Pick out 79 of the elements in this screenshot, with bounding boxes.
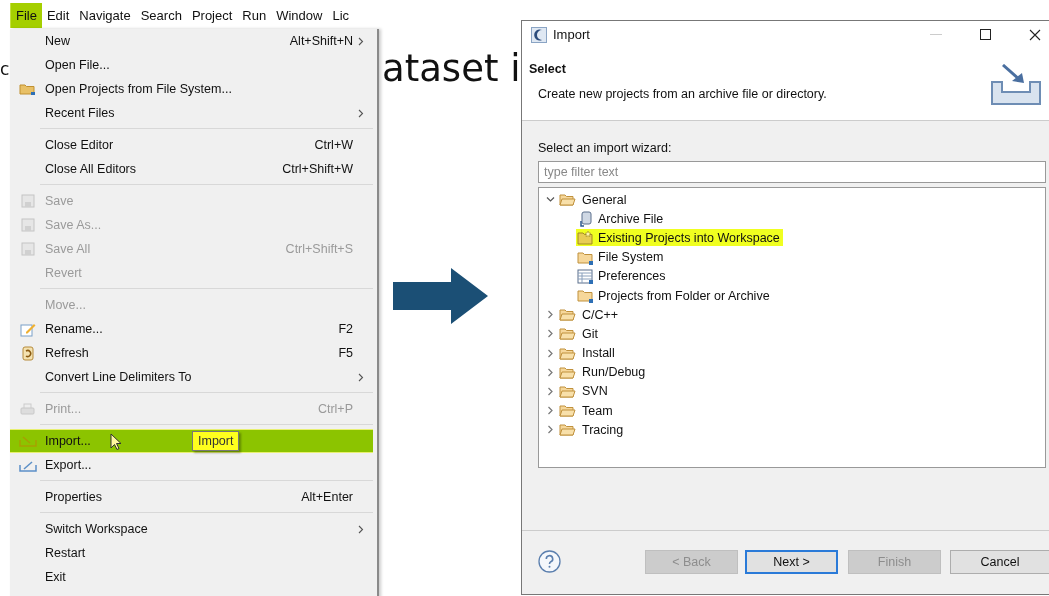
folder-icon — [559, 346, 576, 360]
slide-heading-fragment: c — [0, 58, 10, 81]
menu-item[interactable]: Close All Editors Ctrl+Shift+W — [10, 157, 377, 181]
tree-item[interactable]: Projects from Folder or Archive — [576, 287, 773, 305]
folder-icon — [19, 82, 36, 96]
menu-item[interactable]: Open Projects from File System... — [10, 77, 377, 101]
menu-item[interactable]: Open File... — [10, 53, 377, 77]
menu-bar-item[interactable]: File — [10, 2, 42, 28]
dialog-button[interactable]: Next > — [745, 549, 838, 574]
mouse-pointer-icon — [110, 433, 122, 451]
page-heading: Select — [529, 62, 567, 76]
tree-item[interactable]: SVN — [580, 383, 610, 400]
tree-item[interactable]: File System — [576, 248, 667, 266]
menu-item[interactable]: Refresh F5 — [10, 341, 377, 365]
slide-heading-fragment: ataset i — [382, 46, 521, 92]
archive-icon — [577, 210, 594, 227]
menu-item[interactable]: Convert Line Delimiters To — [10, 365, 377, 389]
wizard-label: Select an import wizard: — [538, 141, 673, 155]
tree-item[interactable]: Git — [580, 325, 600, 342]
app-icon — [531, 26, 547, 43]
chevron-down-icon[interactable] — [546, 195, 555, 205]
dialog-button[interactable]: Cancel — [950, 549, 1049, 574]
refresh-icon — [20, 345, 35, 361]
tree-item[interactable]: Run/Debug — [580, 364, 648, 381]
menu-bar-item[interactable]: Edit — [41, 2, 75, 28]
folder-icon — [577, 249, 594, 265]
tree-item[interactable]: Team — [580, 402, 615, 419]
chevron-right-icon[interactable] — [546, 329, 555, 339]
menu-item[interactable]: Switch Workspace — [10, 517, 377, 541]
help-icon[interactable] — [538, 550, 561, 573]
tray-arrow-icon — [18, 435, 37, 447]
page-description: Create new projects from an archive file or directory. — [538, 87, 827, 101]
menu-item[interactable]: New Alt+Shift+N — [10, 29, 377, 53]
chevron-right-icon[interactable] — [546, 425, 555, 435]
menu-item[interactable]: Recent Files — [10, 101, 377, 125]
menu-item[interactable]: Properties Alt+Enter — [10, 485, 377, 509]
folder-icon — [577, 230, 594, 246]
menu-item[interactable]: Rename... F2 — [10, 317, 377, 341]
printer-icon — [20, 402, 35, 416]
window-title: Import — [553, 27, 590, 42]
folder-icon — [577, 288, 594, 304]
folder-icon — [559, 423, 576, 437]
tree-item[interactable]: C/C++ — [580, 306, 621, 323]
menu-item[interactable]: Exit — [10, 565, 377, 589]
tree-item[interactable]: Tracing — [580, 421, 626, 438]
tree-item[interactable]: Install — [580, 345, 617, 362]
menu-bar-item[interactable]: Navigate — [74, 2, 136, 28]
close-icon[interactable] — [1029, 28, 1041, 41]
import-tray-icon — [990, 64, 1042, 106]
tree-item[interactable]: Preferences — [576, 267, 669, 285]
right-arrow-icon — [393, 268, 488, 324]
tree-item[interactable]: General — [580, 191, 629, 208]
chevron-right-icon[interactable] — [546, 406, 555, 416]
menu-bar-item[interactable]: Run — [237, 2, 272, 28]
filter-field[interactable]: type filter text — [538, 161, 1046, 183]
folder-icon — [559, 384, 576, 398]
menu-bar-item[interactable]: Window — [271, 2, 328, 28]
folder-icon — [559, 404, 576, 418]
folder-icon — [559, 327, 576, 341]
folder-icon — [559, 193, 576, 207]
menu-bar-item[interactable]: Lic — [327, 2, 355, 28]
menu-bar-item[interactable]: Search — [135, 2, 187, 28]
folder-icon — [559, 308, 576, 322]
folder-icon — [559, 365, 576, 379]
menu-item[interactable]: Close Editor Ctrl+W — [10, 133, 377, 157]
menu-item[interactable]: Export... — [10, 453, 377, 477]
chevron-right-icon[interactable] — [546, 367, 555, 377]
menu-item[interactable]: Restart — [10, 541, 377, 565]
chevron-right-icon[interactable] — [546, 386, 555, 396]
menu-bar-item[interactable]: Project — [186, 2, 238, 28]
chevron-right-icon[interactable] — [546, 348, 555, 358]
tooltip: Import — [192, 431, 240, 451]
table-icon — [577, 268, 594, 284]
tree-item[interactable]: Existing Projects into Workspace — [576, 229, 783, 247]
maximize-icon[interactable] — [980, 29, 991, 40]
edit-icon — [19, 321, 36, 337]
chevron-right-icon[interactable] — [546, 310, 555, 320]
tree-item[interactable]: Archive File — [576, 209, 667, 228]
tray-arrow-icon — [18, 458, 37, 472]
